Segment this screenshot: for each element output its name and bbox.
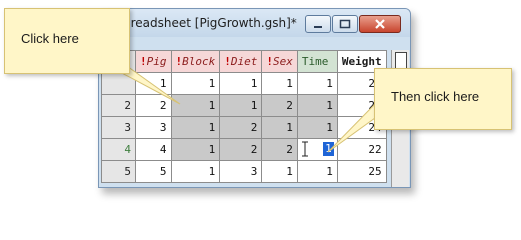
callout-text: Then click here [391, 89, 480, 104]
callout-click-here: Click here [4, 8, 130, 74]
callout-text: Click here [21, 31, 79, 46]
callout-pointer-second [327, 102, 376, 153]
callout-then-click-here: Then click here [374, 68, 512, 130]
